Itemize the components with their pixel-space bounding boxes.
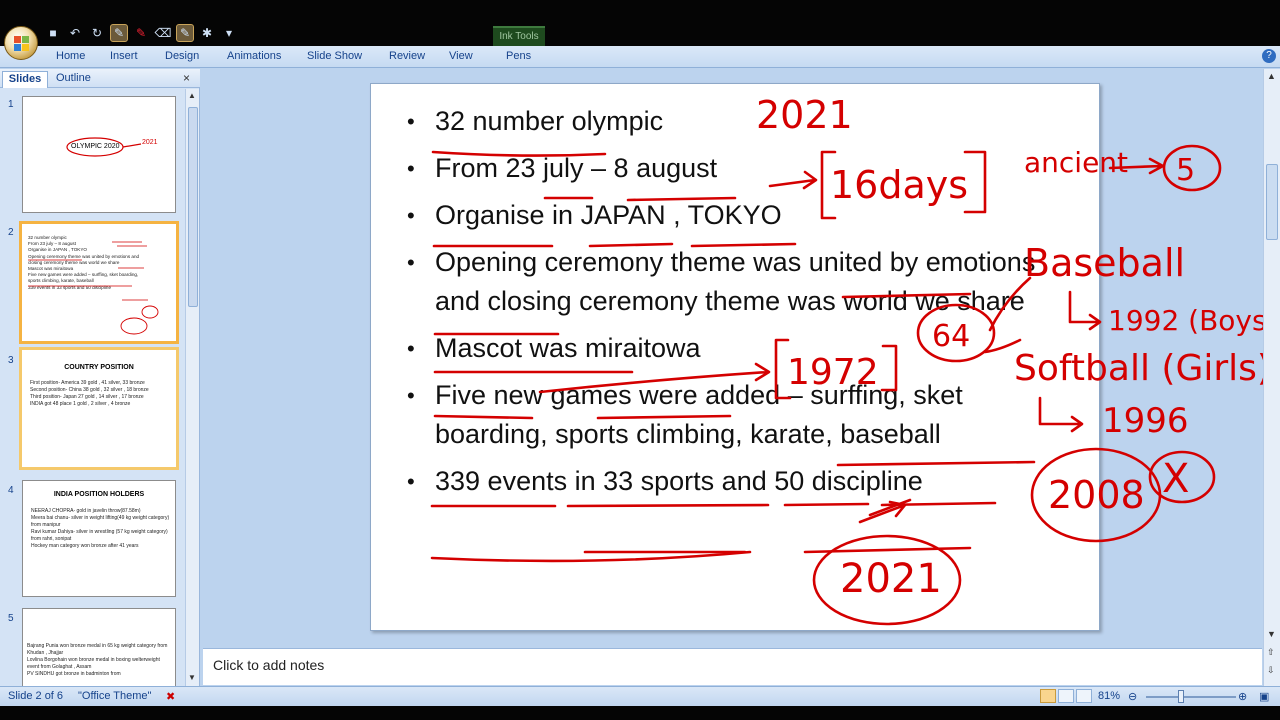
bullet-item[interactable]: Organise in JAPAN , TOKYO [407,196,1047,235]
slide-thumbnail-1[interactable]: OLYMPIC 2020 2021 [22,96,176,213]
slide-show-icon[interactable] [1076,689,1092,703]
title-bar: ■ ↶ ↻ ✎ ✎ ⌫ ✎ ✱ ▾ Ink Tools [0,0,1280,60]
slide-number: 4 [8,485,14,496]
zoom-in-icon[interactable]: ⊕ [1238,690,1247,703]
thumb-ink-annotations-icon [28,241,159,335]
thumb-title: COUNTRY POSITION [64,364,134,371]
pen-color-icon[interactable]: ✎ [132,24,150,42]
bullet-item[interactable]: 339 events in 33 sports and 50 disciplin… [407,462,1047,501]
eraser-icon[interactable]: ⌫ [154,24,172,42]
spell-check-icon[interactable]: ✖ [166,690,175,703]
thumb-line: Meera bai chanu- silver in weight liftin… [31,515,170,528]
powerpoint-window: ■ ↶ ↻ ✎ ✎ ⌫ ✎ ✱ ▾ Ink Tools Home Insert … [0,0,1280,720]
zoom-level[interactable]: 81% [1098,690,1120,702]
thumb-line: First position- America 39 gold , 41 sil… [30,380,145,386]
close-icon[interactable]: × [183,71,190,85]
thumb-note: 2021 [142,139,158,146]
thumb-line: PV SINDHU got bronze in badminton from [27,671,121,677]
thumb-line: INDIA got 48 place 1 gold , 2 silver , 4… [30,401,131,407]
scrollbar-thumb[interactable] [188,107,198,307]
slide-number: 1 [8,99,14,110]
tab-slide-show[interactable]: Slide Show [307,50,362,62]
bullet-item[interactable]: Five new games were added – surffing, sk… [407,376,1047,454]
thumb-line: Bajrang Punia won bronze medal in 65 kg … [27,643,168,656]
scroll-up-icon[interactable]: ▲ [1267,71,1276,81]
scroll-down-icon[interactable]: ▼ [1267,629,1276,639]
slide-number: 2 [8,227,14,238]
thumb-line: Second position- China 38 gold , 32 silv… [30,387,149,393]
thumb-line: Third position- Japan 27 gold , 14 silve… [30,394,144,400]
next-slide-icon[interactable]: ⇩ [1267,665,1275,676]
tab-insert[interactable]: Insert [110,50,138,62]
tab-animations[interactable]: Animations [227,50,281,62]
save-icon[interactable]: ■ [44,24,62,42]
status-bar: Slide 2 of 6 "Office Theme" ✖ 81% ⊖ ⊕ ▣ [0,686,1280,706]
ink-tools-contextual-tab: Ink Tools [493,26,545,46]
notes-pane[interactable]: Click to add notes [203,648,1262,685]
previous-slide-icon[interactable]: ⇧ [1267,647,1275,658]
slide-canvas[interactable]: 32 number olympic From 23 july – 8 augus… [370,83,1100,631]
tab-pens[interactable]: Pens [506,50,531,62]
scrollbar-thumb[interactable] [1266,164,1278,240]
tab-review[interactable]: Review [389,50,425,62]
slide-counter: Slide 2 of 6 [8,690,64,702]
thumb-title: INDIA POSITION HOLDERS [53,491,145,498]
slides-panel: Slides Outline × 1 OLYMPIC 2020 2021 2 3… [0,69,200,686]
office-logo-icon [14,36,30,52]
ribbon-tabs: Home Insert Design Animations Slide Show… [0,46,1280,68]
tab-view[interactable]: View [449,50,473,62]
scroll-down-icon[interactable]: ▼ [188,673,196,682]
highlighter-icon[interactable]: ✎ [176,24,194,42]
panel-tabs: Slides Outline × [0,69,200,88]
panel-scrollbar[interactable]: ▲ ▼ [185,89,199,686]
zoom-slider[interactable] [1146,696,1236,698]
slide-editing-area: 32 number olympic From 23 july – 8 augus… [203,69,1262,645]
slide-sorter-icon[interactable] [1058,689,1074,703]
notes-placeholder: Click to add notes [213,657,325,673]
redo-icon[interactable]: ↻ [88,24,106,42]
help-icon[interactable]: ? [1262,49,1276,63]
thumb-line: NEERAJ CHOPRA- gold in javelin throw(87.… [31,508,141,514]
tab-outline[interactable]: Outline [56,72,91,84]
bottom-border [0,706,1280,720]
thumb-line: Ravi kumar Dahiya- silver in wrestling (… [31,529,168,542]
bullet-item[interactable]: Opening ceremony theme was united by emo… [407,243,1047,321]
vertical-scrollbar[interactable]: ▲ ▼ ⇧ ⇩ [1263,69,1280,686]
slide-thumbnail-2[interactable]: 32 number olympic From 23 july – 8 augus… [19,221,179,344]
tab-design[interactable]: Design [165,50,199,62]
slide-thumbnails: 1 OLYMPIC 2020 2021 2 32 number olympic … [0,89,184,686]
thumb-line: Hockey man category won bronze after 41 … [31,543,139,549]
slide-number: 5 [8,613,14,624]
thumb-line: Lovlina Borgohain won bronze medal in bo… [27,657,160,670]
office-button[interactable] [4,26,38,60]
bullet-item[interactable]: From 23 july – 8 august [407,149,1047,188]
ink-pen-icon[interactable]: ✎ [110,24,128,42]
bullet-list: 32 number olympic From 23 july – 8 augus… [407,102,1047,509]
quick-access-toolbar: ■ ↶ ↻ ✎ ✎ ⌫ ✎ ✱ ▾ [44,22,238,44]
theme-name: "Office Theme" [78,690,152,702]
slide-thumbnail-4[interactable]: INDIA POSITION HOLDERS NEERAJ CHOPRA- go… [22,480,176,597]
normal-view-icon[interactable] [1040,689,1056,703]
bullet-item[interactable]: 32 number olympic [407,102,1047,141]
zoom-slider-handle[interactable] [1178,690,1184,703]
customize-toolbar-icon[interactable]: ▾ [220,24,238,42]
tab-slides[interactable]: Slides [2,71,48,88]
bullet-item[interactable]: Mascot was miraitowa [407,329,1047,368]
slide-number: 3 [8,355,14,366]
zoom-out-icon[interactable]: ⊖ [1128,690,1137,703]
slide-thumbnail-5[interactable]: Bajrang Punia won bronze medal in 65 kg … [22,608,176,686]
tab-home[interactable]: Home [56,50,85,62]
undo-icon[interactable]: ↶ [66,24,84,42]
thumb-ink-circle-icon [66,137,142,157]
more-tools-icon[interactable]: ✱ [198,24,216,42]
scroll-up-icon[interactable]: ▲ [188,91,196,100]
slide-thumbnail-3[interactable]: COUNTRY POSITION First position- America… [19,347,179,470]
fit-to-window-icon[interactable]: ▣ [1259,690,1269,703]
